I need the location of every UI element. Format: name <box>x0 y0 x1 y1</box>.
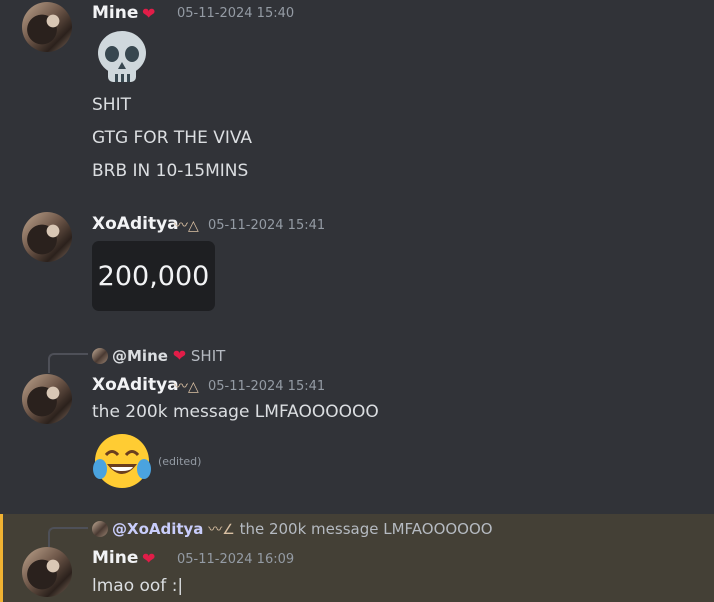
reply-connector <box>48 353 88 373</box>
reply-connector <box>48 527 88 547</box>
message-text: SHIT <box>92 95 131 115</box>
reply-preview[interactable]: @Mine ❤ SHIT <box>92 346 225 365</box>
embed-text: 200,000 <box>97 260 210 292</box>
message-text: lmao oof :| <box>92 576 184 596</box>
role-badge-icon: 〰△ <box>174 379 199 395</box>
reply-avatar <box>92 348 108 364</box>
heart-badge-icon: ❤ <box>142 4 156 23</box>
reply-mention[interactable]: @Mine <box>112 347 168 365</box>
message-text: GTG FOR THE VIVA <box>92 128 253 148</box>
skull-emoji-icon <box>98 31 146 82</box>
heart-badge-icon: ❤ <box>172 346 187 365</box>
avatar[interactable] <box>22 374 72 424</box>
message-text: BRB IN 10-15MINS <box>92 161 249 181</box>
role-badge-icon: 〰△ <box>174 218 199 234</box>
author-name[interactable]: Mine <box>92 3 138 23</box>
author-name[interactable]: XoAditya <box>92 375 179 395</box>
timestamp: 05-11-2024 15:40 <box>177 6 295 21</box>
role-badge-icon: 〰∠ <box>208 522 235 538</box>
reply-snippet: SHIT <box>190 347 226 365</box>
reply-preview[interactable]: @XoAditya 〰∠ the 200k message LMFAOOOOOO <box>92 519 493 539</box>
author-name[interactable]: XoAditya <box>92 214 179 234</box>
heart-badge-icon: ❤ <box>142 549 156 568</box>
number-embed: 200,000 <box>92 241 215 311</box>
reply-mention[interactable]: @XoAditya <box>112 520 203 538</box>
reply-snippet: the 200k message LMFAOOOOOO <box>239 520 493 538</box>
avatar[interactable] <box>22 2 72 52</box>
face-with-tears-of-joy-emoji-icon <box>93 434 151 488</box>
avatar[interactable] <box>22 212 72 262</box>
avatar[interactable] <box>22 547 72 597</box>
message-text: the 200k message LMFAOOOOOO <box>92 402 379 422</box>
reply-avatar <box>92 521 108 537</box>
edited-label: (edited) <box>158 455 202 468</box>
timestamp: 05-11-2024 15:41 <box>208 379 326 394</box>
timestamp: 05-11-2024 15:41 <box>208 218 326 233</box>
timestamp: 05-11-2024 16:09 <box>177 552 295 567</box>
author-name[interactable]: Mine <box>92 548 138 568</box>
